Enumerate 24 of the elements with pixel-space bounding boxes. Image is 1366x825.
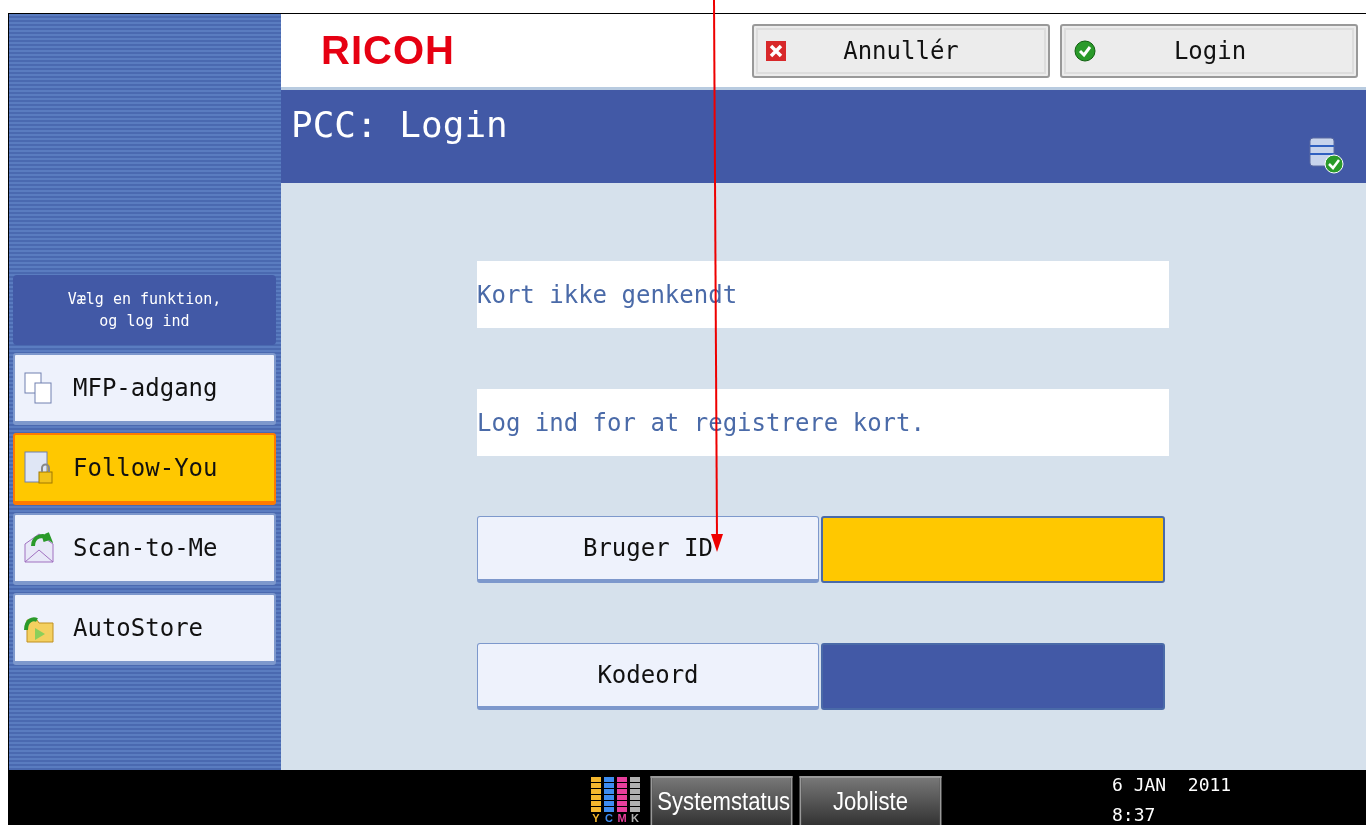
locked-document-icon: [23, 450, 55, 486]
function-button[interactable]: AutoStore: [13, 593, 276, 665]
envelope-icon: [23, 530, 55, 566]
field-label-button[interactable]: Bruger ID: [477, 516, 819, 583]
checkmark-icon: [1074, 39, 1096, 62]
page-title: PCC: Login: [291, 104, 508, 145]
server-check-icon[interactable]: [1308, 134, 1344, 174]
brand-logo: RICOH: [321, 28, 455, 73]
input-field[interactable]: [821, 643, 1165, 710]
field-label-button[interactable]: Kodeord: [477, 643, 819, 710]
function-button[interactable]: Follow-You: [13, 433, 276, 505]
time-text: 8:37: [1112, 804, 1157, 825]
login-button[interactable]: Login: [1060, 23, 1358, 78]
function-button[interactable]: MFP-adgang: [13, 353, 276, 425]
cancel-button[interactable]: Annullér: [752, 23, 1050, 78]
status-button[interactable]: Systemstatus: [650, 776, 793, 825]
toner-gauge[interactable]: Y C M K: [591, 777, 640, 825]
function-button[interactable]: Scan-to-Me: [13, 513, 276, 585]
status-button[interactable]: Jobliste: [799, 776, 942, 825]
documents-icon: [23, 370, 55, 406]
close-icon: [766, 40, 786, 61]
instruction-text: Vælg en funktion, og log ind: [13, 275, 276, 345]
date-text: 6 JAN 2011: [1112, 774, 1232, 795]
input-field[interactable]: [821, 516, 1165, 583]
